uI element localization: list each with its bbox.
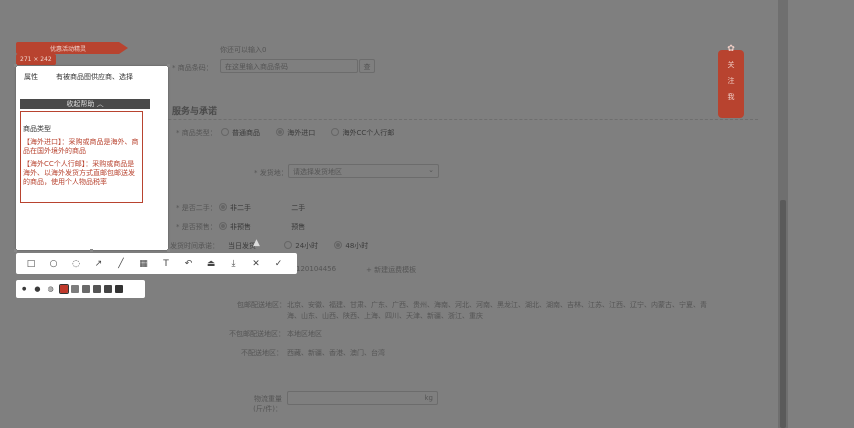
secondhand-option-yes[interactable]: 二手 xyxy=(291,204,305,212)
confirm-icon[interactable]: ✓ xyxy=(270,257,288,271)
rectangle-icon[interactable]: □ xyxy=(22,257,40,271)
resize-handle[interactable] xyxy=(167,64,170,67)
no-delivery-value: 西藏、新疆、香港、澳门、台湾 xyxy=(287,349,385,357)
nonfree-area-label: 不包邮配送地区： xyxy=(229,330,285,338)
help-paragraph-1: 【海外进口】：采购或商品是海外、商品在国外境外的商品 xyxy=(23,138,139,155)
capture-region[interactable]: 属性 有被商品图供应商、选择 收起帮助 ︿ 商品类型 【海外进口】：采购或商品是… xyxy=(14,64,170,252)
product-type-label: * 商品类型： xyxy=(176,129,217,137)
product-type-option-overseas[interactable]: 海外进口 xyxy=(276,128,315,137)
color-swatch-gray-2[interactable] xyxy=(81,285,90,293)
follow-side-widget[interactable]: ✿ 关 注 我 xyxy=(718,44,744,118)
nonfree-area-value: 本地区地区 xyxy=(287,330,322,338)
delivery-options: 当日发货 24小时 48小时 xyxy=(228,241,368,251)
presale-option-no[interactable]: 非预售 xyxy=(219,222,251,231)
weight-label: 物流重量(斤/件)： xyxy=(253,395,282,413)
free-area-value: 北京、安徽、福建、甘肃、广东、广西、贵州、海南、河北、河南、黑龙江、湖北、湖南、… xyxy=(287,301,707,320)
color-swatch-red[interactable] xyxy=(58,284,69,294)
free-area-label: 包邮配送地区： xyxy=(237,301,286,309)
weight-input[interactable]: kg xyxy=(287,391,438,405)
radio-checked-icon xyxy=(334,241,343,249)
color-swatch-gray-4[interactable] xyxy=(103,285,112,293)
row-label: 属性 xyxy=(24,73,38,81)
delivery-label: 发货时间承诺： xyxy=(170,242,219,250)
widget-line-2: 注 xyxy=(727,77,735,85)
radio-checked-icon xyxy=(219,203,227,211)
origin-select[interactable]: 请选择发货地区 ⌄ xyxy=(288,164,439,178)
presale-option-yes[interactable]: 预售 xyxy=(291,223,305,231)
resize-handle[interactable] xyxy=(14,64,17,67)
product-type-options: 普通商品 海外进口 海外CC个人行邮 xyxy=(221,128,394,138)
radio-icon xyxy=(221,128,229,136)
widget-line-1: 关 xyxy=(727,61,735,69)
radio-checked-icon xyxy=(276,128,285,136)
presale-options: 非预售 预售 xyxy=(219,222,305,232)
secondhand-option-no[interactable]: 非二手 xyxy=(219,203,251,212)
ellipse-icon[interactable]: ○ xyxy=(45,257,63,271)
product-type-option-normal[interactable]: 普通商品 xyxy=(221,128,260,137)
widget-line-3: 我 xyxy=(727,93,735,101)
delivery-option-same-day[interactable]: 当日发货 xyxy=(228,242,256,250)
color-swatch-gray-1[interactable] xyxy=(70,285,79,293)
pen-icon[interactable]: ╱ xyxy=(112,257,130,271)
help-box: 商品类型 【海外进口】：采购或商品是海外、商品在国外境外的商品 【海外CC个人行… xyxy=(20,111,143,203)
color-swatch-gray-3[interactable] xyxy=(92,285,101,293)
delivery-option-24h[interactable]: 24小时 xyxy=(284,241,318,250)
capture-size-badge: 271 × 242 xyxy=(16,54,56,65)
radio-icon xyxy=(331,128,340,136)
mouse-cursor-icon: ▲ xyxy=(253,238,260,248)
help-title: 商品类型 xyxy=(23,125,51,133)
text-icon[interactable]: T xyxy=(157,257,175,271)
page-scrollbar[interactable] xyxy=(778,0,788,428)
product-type-option-cc[interactable]: 海外CC个人行邮 xyxy=(331,128,394,137)
weight-unit: kg xyxy=(424,394,434,402)
barcode-label: * 商品条码： xyxy=(172,64,213,72)
barcode-query-button[interactable]: 查 xyxy=(359,59,375,73)
size-small-icon[interactable]: ● xyxy=(22,286,26,292)
lasso-icon[interactable]: ◌ xyxy=(67,257,85,271)
new-template-link[interactable]: + 新建运费模板 xyxy=(366,265,416,275)
resize-handle[interactable] xyxy=(167,249,170,252)
chevron-up-icon: ︿ xyxy=(96,100,104,108)
char-count-hint: 你还可以输入0 xyxy=(220,46,267,54)
section-title: 服务与承诺 xyxy=(172,107,218,117)
color-swatch-gray-5[interactable] xyxy=(114,285,123,293)
secondhand-options: 非二手 二手 xyxy=(219,203,305,213)
delivery-option-48h[interactable]: 48小时 xyxy=(334,241,368,250)
mosaic-icon[interactable]: ▦ xyxy=(135,257,153,271)
barcode-input[interactable]: 在这里输入商品条码 xyxy=(220,59,358,73)
chevron-down-icon: ⌄ xyxy=(428,166,434,174)
secondhand-label: * 是否二手： xyxy=(176,204,217,212)
pin-icon[interactable]: ⏏ xyxy=(202,257,220,271)
presale-label: * 是否预售： xyxy=(176,223,217,231)
widget-icon: ✿ xyxy=(727,44,735,54)
style-subbar: ● ● ◍ xyxy=(16,280,145,298)
undo-icon[interactable]: ↶ xyxy=(180,257,198,271)
scrollbar-thumb[interactable] xyxy=(780,200,786,428)
radio-icon xyxy=(284,241,293,249)
no-delivery-label: 不配送地区： xyxy=(241,349,283,357)
download-icon[interactable]: ⤓ xyxy=(225,257,243,271)
radio-checked-icon xyxy=(219,222,227,230)
cancel-icon[interactable]: ✕ xyxy=(247,257,265,271)
plus-icon: + xyxy=(366,266,375,274)
resize-handle[interactable] xyxy=(90,249,93,252)
size-medium-icon[interactable]: ● xyxy=(34,285,40,293)
help-paragraph-2: 【海外CC个人行邮】：采购或商品是海外、以海外发货方式直邮包邮送发的商品，使用个… xyxy=(23,160,135,186)
collapse-help-button[interactable]: 收起帮助 ︿ xyxy=(20,99,150,109)
resize-handle[interactable] xyxy=(14,249,17,252)
capture-tag-badge: 优惠活动精灵 xyxy=(16,42,128,54)
row-text: 有被商品图供应商、选择 xyxy=(56,73,133,81)
origin-label: * 发货地： xyxy=(254,169,288,177)
barcode-placeholder: 在这里输入商品条码 xyxy=(225,63,288,71)
size-large-icon[interactable]: ◍ xyxy=(47,285,53,293)
barcode-query-label: 查 xyxy=(363,63,371,71)
capture-toolbar: □ ○ ◌ ↗ ╱ ▦ T ↶ ⏏ ⤓ ✕ ✓ xyxy=(16,253,297,274)
arrow-icon[interactable]: ↗ xyxy=(90,257,108,271)
origin-placeholder: 请选择发货地区 xyxy=(293,168,342,176)
template-code: 120104456 xyxy=(296,265,337,273)
